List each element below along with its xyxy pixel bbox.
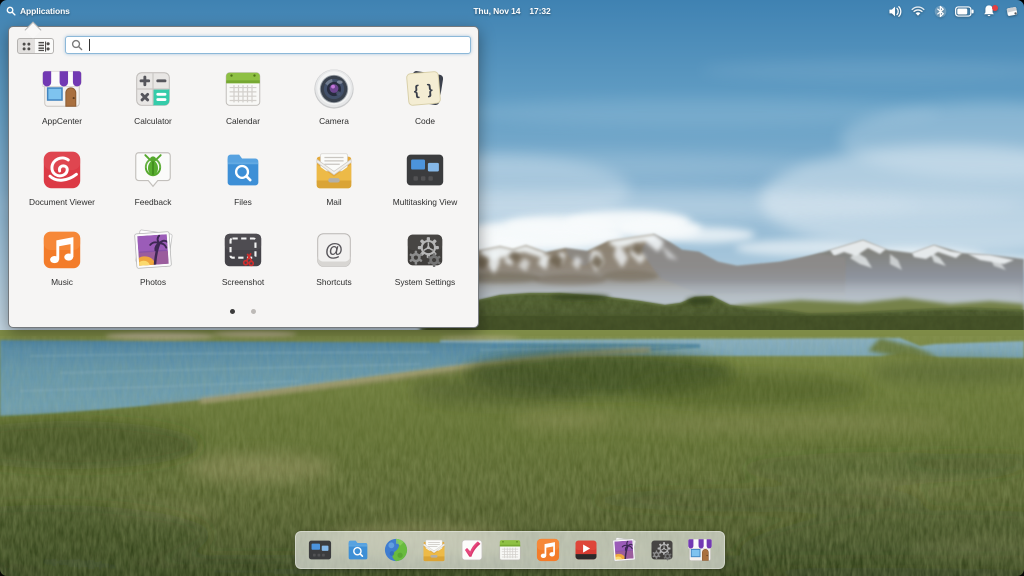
svg-text:@: @ xyxy=(325,240,343,260)
